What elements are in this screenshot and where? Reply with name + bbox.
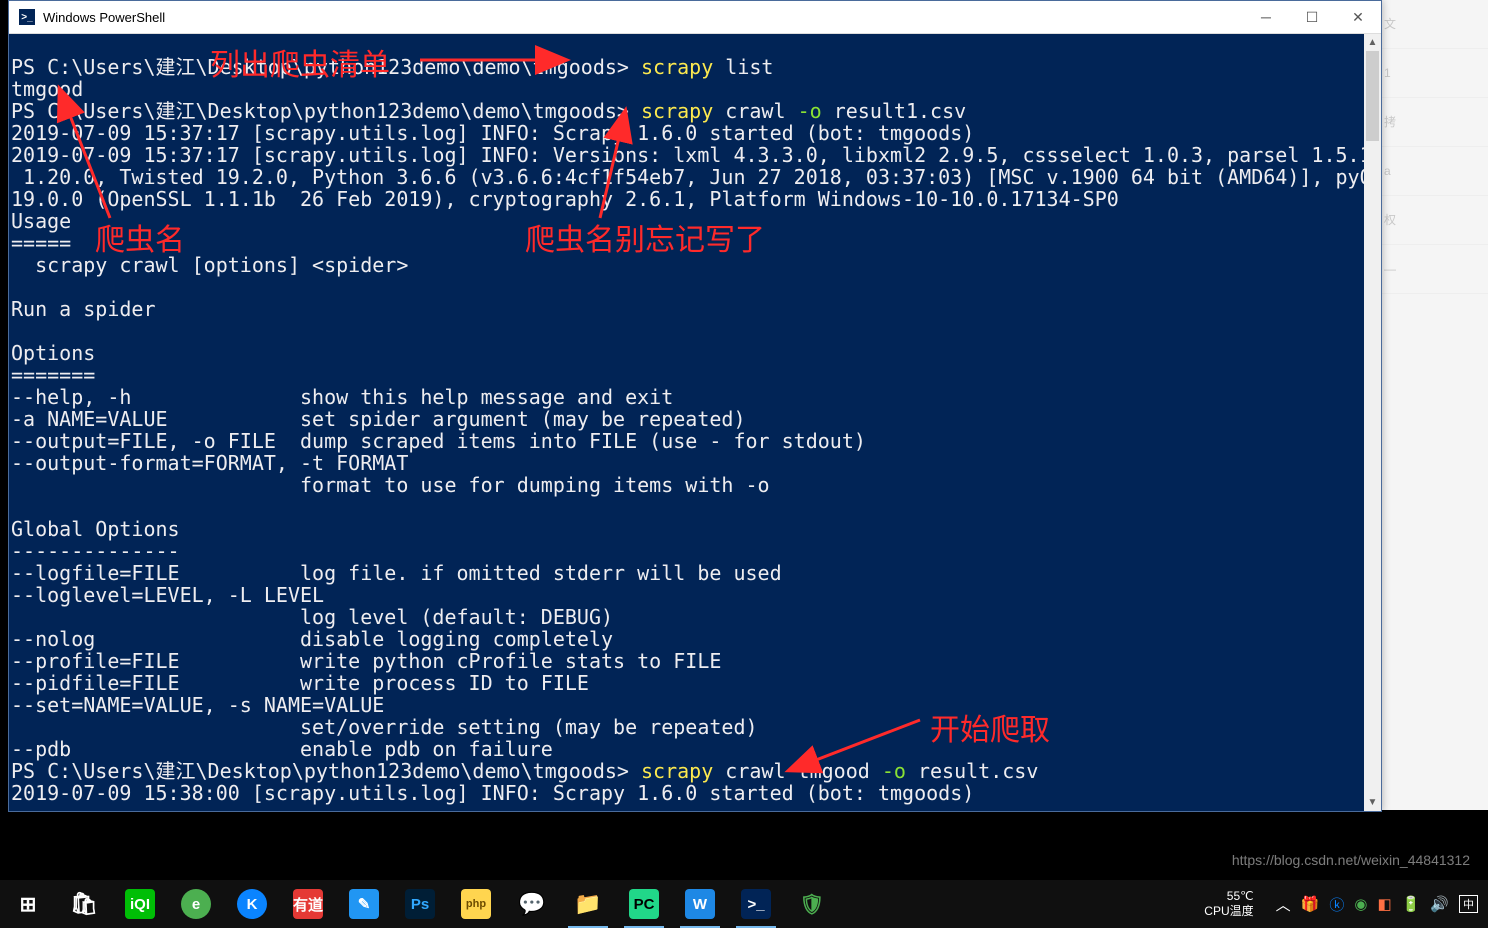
tray-volume-icon[interactable]: 🔊 — [1430, 895, 1449, 913]
scroll-up-button[interactable]: ▲ — [1364, 34, 1381, 51]
taskbar-app-icon[interactable]: ✎ — [336, 880, 392, 928]
tray-battery-icon[interactable]: 🔋 — [1402, 895, 1421, 913]
maximize-button[interactable]: ☐ — [1289, 1, 1335, 33]
window-title: Windows PowerShell — [43, 10, 1243, 25]
taskbar-phpstudy-icon[interactable]: php — [448, 880, 504, 928]
scroll-track[interactable] — [1364, 51, 1381, 794]
titlebar[interactable]: >_ Windows PowerShell ─ ☐ ✕ — [9, 1, 1381, 34]
tray-cpu-temp[interactable]: 55℃ CPU温度 — [1192, 889, 1265, 919]
terminal-area[interactable]: PS C:\Users\建江\Desktop\python123demo\dem… — [9, 34, 1381, 811]
taskbar-security-icon[interactable]: 🛡 — [784, 880, 840, 928]
scroll-down-button[interactable]: ▼ — [1364, 794, 1381, 811]
scroll-thumb[interactable] — [1366, 51, 1379, 141]
tray-chevron-icon[interactable]: ︿ — [1276, 894, 1291, 915]
watermark: https://blog.csdn.net/weixin_44841312 — [1232, 852, 1470, 868]
tray-360-icon[interactable]: ◉ — [1354, 895, 1367, 913]
minimize-button[interactable]: ─ — [1243, 1, 1289, 33]
powershell-window: >_ Windows PowerShell ─ ☐ ✕ PS C:\Users\… — [8, 0, 1382, 812]
tray-language-icon[interactable]: 中 — [1459, 895, 1478, 913]
taskbar-pycharm-icon[interactable]: PC — [616, 880, 672, 928]
temp-label: CPU温度 — [1204, 904, 1253, 919]
taskbar[interactable]: ⊞ 🛍 iQI e K 有道 ✎ Ps php 💬 📁 PC W >_ 🛡 55… — [0, 880, 1488, 928]
taskbar-wps-icon[interactable]: W — [672, 880, 728, 928]
taskbar-explorer-icon[interactable]: 📁 — [560, 880, 616, 928]
temp-value: 55℃ — [1227, 889, 1254, 904]
tray-gift-icon[interactable]: 🎁 — [1301, 895, 1320, 913]
taskbar-wechat-icon[interactable]: 💬 — [504, 880, 560, 928]
terminal-output: PS C:\Users\建江\Desktop\python123demo\dem… — [9, 56, 1381, 804]
taskbar-kugou-icon[interactable]: K — [224, 880, 280, 928]
taskbar-youdao-icon[interactable]: 有道 — [280, 880, 336, 928]
background-window: 文1拷a权— — [1380, 0, 1488, 810]
taskbar-powershell-icon[interactable]: >_ — [728, 880, 784, 928]
taskbar-store-icon[interactable]: 🛍 — [56, 880, 112, 928]
taskbar-browser-icon[interactable]: e — [168, 880, 224, 928]
tray-app2-icon[interactable]: ◧ — [1377, 895, 1391, 913]
taskbar-photoshop-icon[interactable]: Ps — [392, 880, 448, 928]
close-button[interactable]: ✕ — [1335, 1, 1381, 33]
scrollbar[interactable]: ▲ ▼ — [1364, 34, 1381, 811]
start-button[interactable]: ⊞ — [0, 880, 56, 928]
app-icon: >_ — [19, 9, 35, 25]
taskbar-iqiyi-icon[interactable]: iQI — [112, 880, 168, 928]
system-tray[interactable]: 55℃ CPU温度 ︿ 🎁 ⓚ ◉ ◧ 🔋 🔊 中 — [1192, 880, 1488, 928]
tray-kugou-icon[interactable]: ⓚ — [1329, 894, 1344, 915]
